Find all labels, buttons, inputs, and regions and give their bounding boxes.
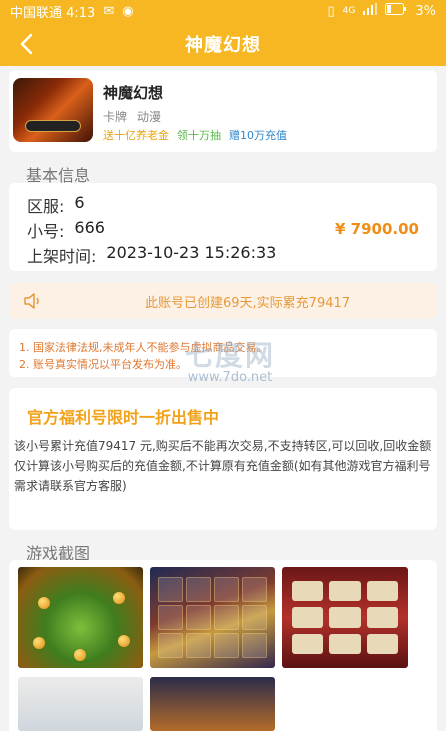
game-screenshot[interactable]	[150, 677, 275, 731]
basic-info-card: 区服: 6 小号: 666 ¥ 7900.00 上架时间: 2023-10-23…	[9, 183, 437, 271]
notice-bar: 此账号已创建69天,实际累充79417	[9, 283, 437, 319]
screenshots-card	[9, 560, 437, 731]
price: ¥ 7900.00	[335, 220, 419, 238]
cover-badge	[25, 120, 81, 132]
battery-icon	[385, 3, 407, 19]
promo-tag: 领十万抽	[177, 129, 221, 142]
nav-bar: 神魔幻想	[0, 22, 446, 66]
game-name: 神魔幻想	[103, 84, 164, 102]
account-value: 666	[74, 218, 105, 237]
status-bar: 中国联通 4:13 ✉ ◉ ▯ 4G 3%	[0, 0, 446, 22]
rule-item: 1. 国家法律法规,未成年人不能参与虚拟商品交易。	[19, 341, 268, 354]
bluetooth-icon: ✉	[103, 3, 115, 19]
notice-text: 此账号已创建69天,实际累充79417	[145, 296, 351, 311]
promo-description: 该小号累计充值79417 元,购买后不能再次交易,不支持转区,可以回收,回收金额…	[14, 439, 432, 493]
listed-time-label: 上架时间:	[27, 247, 97, 266]
game-cover-image	[13, 78, 93, 142]
signal-icon	[363, 3, 378, 19]
listed-time-value: 2023-10-23 15:26:33	[106, 243, 277, 262]
game-screenshot[interactable]	[18, 567, 143, 668]
promo-title: 官方福利号限时一折出售中	[27, 408, 220, 427]
back-button[interactable]	[12, 30, 40, 58]
network-label: 4G	[342, 6, 356, 16]
game-screenshot[interactable]	[150, 567, 275, 668]
rule-item: 2. 账号真实情况以平台发布为准。	[19, 358, 187, 371]
account-row: 小号: 666	[27, 218, 105, 242]
vibrate-icon: ▯	[327, 3, 335, 19]
game-card[interactable]: 神魔幻想 卡牌 动漫 送十亿养老金 领十万抽 赠10万充值	[9, 70, 437, 152]
rules-card: 1. 国家法律法规,未成年人不能参与虚拟商品交易。 2. 账号真实情况以平台发布…	[9, 329, 437, 377]
carrier-time: 中国联通 4:13	[10, 5, 96, 21]
promo-tag: 赠10万充值	[229, 129, 287, 142]
game-tag: 卡牌	[103, 110, 128, 124]
game-screenshot[interactable]	[18, 677, 143, 731]
promo-tag: 送十亿养老金	[103, 129, 169, 142]
speaker-icon	[24, 293, 39, 309]
game-tag: 动漫	[137, 110, 162, 124]
game-screenshot[interactable]	[282, 567, 408, 668]
account-label: 小号:	[27, 222, 65, 241]
listed-time-row: 上架时间: 2023-10-23 15:26:33	[27, 243, 276, 267]
server-value: 6	[74, 193, 85, 212]
battery-level: 3%	[415, 3, 436, 19]
server-row: 区服: 6	[27, 193, 85, 217]
chevron-left-icon	[20, 33, 33, 55]
promo-card: 官方福利号限时一折出售中 该小号累计充值79417 元,购买后不能再次交易,不支…	[9, 388, 437, 530]
server-label: 区服:	[27, 197, 65, 216]
page-title: 神魔幻想	[185, 35, 261, 56]
location-icon: ◉	[122, 3, 134, 19]
game-tags: 卡牌 动漫	[103, 108, 161, 125]
game-promos: 送十亿养老金 领十万抽 赠10万充值	[103, 127, 287, 143]
